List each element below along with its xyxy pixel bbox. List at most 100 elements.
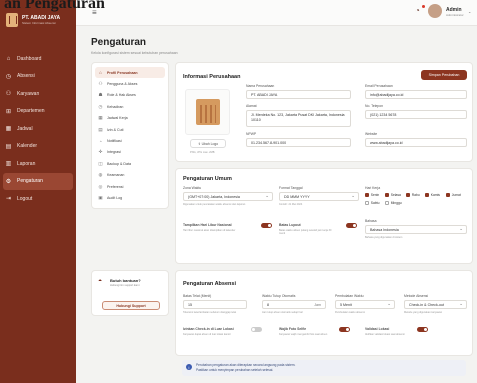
sidebar-item-label: Jadwal <box>17 125 33 132</box>
lock-icon: ◍ <box>98 172 103 178</box>
settings-item-audit[interactable]: ▣ Audit Log <box>95 192 165 203</box>
selfie-toggle[interactable] <box>339 327 350 332</box>
checkbox-label: Senin <box>370 193 380 197</box>
outside-location-toggle[interactable] <box>251 327 262 332</box>
field-hint: Pembulatan waktu absensi <box>335 311 365 314</box>
checkbox-icon <box>365 201 369 205</box>
logout-icon: ⇥ <box>5 196 12 203</box>
card-title: Pengaturan Absensi <box>183 281 236 287</box>
toggle-hint: Karyawan dapat absen di luar lokasi kant… <box>183 333 231 336</box>
avatar[interactable] <box>428 4 442 18</box>
logout-limit-toggle[interactable] <box>346 223 357 228</box>
bell-icon: ◔ <box>99 138 102 144</box>
clock-icon: ◷ <box>5 73 12 80</box>
contact-support-button[interactable]: Hubungi Support <box>102 301 160 310</box>
toggle-hint: Batas waktu absen pulang setelah jam ker… <box>279 229 332 235</box>
language-select[interactable]: Bahasa Indonesia <box>365 225 467 234</box>
calendar-icon: ▦ <box>5 126 12 133</box>
settings-item-label: Profil Perusahaan <box>107 70 138 75</box>
checkbox-selasa[interactable]: Selasa <box>385 193 401 197</box>
website-field[interactable]: www.abadijaya.co.id <box>365 138 467 147</box>
upload-hint: PNG, JPG max. 2MB <box>190 151 215 154</box>
bell-icon[interactable]: ◔ <box>415 6 420 15</box>
settings-item-jadwal[interactable]: ▦ Jadwal Kerja <box>95 113 165 124</box>
field-label: Nama Perusahaan <box>246 84 275 88</box>
settings-item-label: Pengguna & Akses <box>107 82 138 87</box>
brand-subtitle: Sistem Informasi Absensi <box>22 20 56 25</box>
auto-close-input[interactable]: 8 Jam <box>262 300 326 309</box>
checkbox-label: Rabu <box>411 193 420 197</box>
sidebar-item-logout[interactable]: ⇥ Logout <box>0 190 76 208</box>
users-icon: ⚇ <box>98 81 103 87</box>
sidebar-item-label: Pengaturan <box>17 178 43 185</box>
checkbox-minggu[interactable]: Minggu <box>385 201 402 205</box>
checkbox-senin[interactable]: Senin <box>365 193 379 197</box>
location-validation-toggle[interactable] <box>417 327 428 332</box>
checkbox-rabu[interactable]: Rabu <box>406 193 420 197</box>
brand-name: PT. ABADI JAYA <box>22 14 61 21</box>
sidebar-item-absensi[interactable]: ◷ Absensi <box>0 68 76 86</box>
settings-item-pengguna[interactable]: ⚇ Pengguna & Akses <box>95 78 165 89</box>
chevron-down-icon[interactable]: ⌄ <box>468 9 471 14</box>
date-format-select[interactable]: DD MMM YYYY <box>279 192 359 201</box>
checkbox-label: Jumat <box>451 193 461 197</box>
field-label: No. Telepon <box>365 104 384 108</box>
sidebar-item-kalender[interactable]: ▤ Kalender <box>0 138 76 156</box>
save-button[interactable]: Simpan Perubahan <box>421 70 467 80</box>
settings-item-izin[interactable]: ▤ Izin & Cuti <box>95 124 165 135</box>
settings-item-integrasi[interactable]: ✣ Integrasi <box>95 147 165 158</box>
toggle-hint: Hari libur nasional akan ditampilkan di … <box>183 229 236 232</box>
settings-item-label: Kehadiran <box>107 104 124 109</box>
settings-item-keamanan[interactable]: ◍ Keamanan <box>95 170 165 181</box>
sidebar-item-jadwal[interactable]: ▦ Jadwal <box>0 120 76 138</box>
settings-item-preferensi[interactable]: ◎ Preferensi <box>95 181 165 192</box>
help-card: ◓ Butuh bantuan? Hubungi tim support kam… <box>91 270 169 316</box>
checkbox-sabtu[interactable]: Sabtu <box>365 201 379 205</box>
field-label: Email Perusahaan <box>365 84 393 88</box>
topbar: ≡ ◔ Admin Administrator ⌄ <box>76 0 477 26</box>
rounding-select[interactable]: 5 Menit <box>335 300 395 309</box>
settings-item-kehadiran[interactable]: ◷ Kehadiran <box>95 101 165 112</box>
toggle-hint: Aktifkan validasi lokasi saat absensi <box>365 333 405 336</box>
attendance-method-select[interactable]: Check-in & Check-out <box>404 300 467 309</box>
npwp-input[interactable]: 01.234.567.8-901.000 <box>246 138 351 147</box>
admin-role: Administrator <box>446 13 464 17</box>
settings-item-profil[interactable]: ⌂ Profil Perusahaan <box>95 67 165 79</box>
field-hint: Metode yang digunakan karyawan <box>404 311 443 314</box>
field-label: Bahasa <box>365 219 377 223</box>
email-field[interactable]: info@abadijaya.co.id <box>365 90 467 99</box>
upload-logo-button[interactable]: ⇪ Ubah Logo <box>190 139 226 148</box>
timezone-select[interactable]: (GMT+07:00) Jakarta, Indonesia <box>183 192 273 201</box>
sidebar-item-laporan[interactable]: ▥ Laporan <box>0 155 76 173</box>
settings-item-label: Jadwal Kerja <box>107 116 128 121</box>
general-settings-card: Pengaturan Umum Zona Waktu (GMT+07:00) J… <box>175 168 473 264</box>
sidebar-item-dashboard[interactable]: ⌂ Dashboard <box>0 50 76 68</box>
sidebar-item-departemen[interactable]: ⊞ Departemen <box>0 103 76 121</box>
settings-item-label: Notifikasi <box>107 139 122 144</box>
sidebar-item-label: Kalender <box>17 143 38 150</box>
settings-item-role[interactable]: ☗ Role & Hak Akses <box>95 90 165 101</box>
checkbox-jumat[interactable]: Jumat <box>446 193 461 197</box>
settings-item-notifikasi[interactable]: ◔ Notifikasi <box>95 135 165 146</box>
sidebar-item-label: Logout <box>17 195 33 202</box>
holiday-toggle[interactable] <box>261 223 272 228</box>
sidebar-item-pengaturan[interactable]: ⚙ Pengaturan <box>3 172 73 190</box>
building-logo-icon <box>6 13 18 27</box>
settings-item-backup[interactable]: ◫ Backup & Data <box>95 158 165 169</box>
phone-field[interactable]: (021) 1234 5678 <box>365 110 467 119</box>
info-icon: i <box>186 364 192 370</box>
company-name-input[interactable]: PT. ABADI JAYA <box>246 90 351 99</box>
sidebar-item-karyawan[interactable]: ⚇ Karyawan <box>0 85 76 103</box>
late-limit-input[interactable]: 15 <box>183 300 247 309</box>
company-info-card: Informasi Perusahaan Simpan Perubahan ⇪ … <box>175 62 473 162</box>
toggle-label: Validasi Lokasi <box>365 327 390 331</box>
departemen-icon: ⊞ <box>5 108 12 115</box>
field-label: Website <box>365 132 378 136</box>
checkbox-kamis[interactable]: Kamis <box>425 193 440 197</box>
settings-item-label: Role & Hak Akses <box>107 93 136 98</box>
sidebar-nav: ⌂ Dashboard ◷ Absensi ⚇ Karyawan ⊞ Departeme… <box>0 50 76 208</box>
field-label: NPWP <box>246 132 257 136</box>
checkbox-icon <box>446 193 450 197</box>
company-address-input[interactable]: Jl. Merdeka No. 123, Jakarta Pusat DKI J… <box>246 110 351 127</box>
sidebar-item-label: Karyawan <box>17 90 40 97</box>
